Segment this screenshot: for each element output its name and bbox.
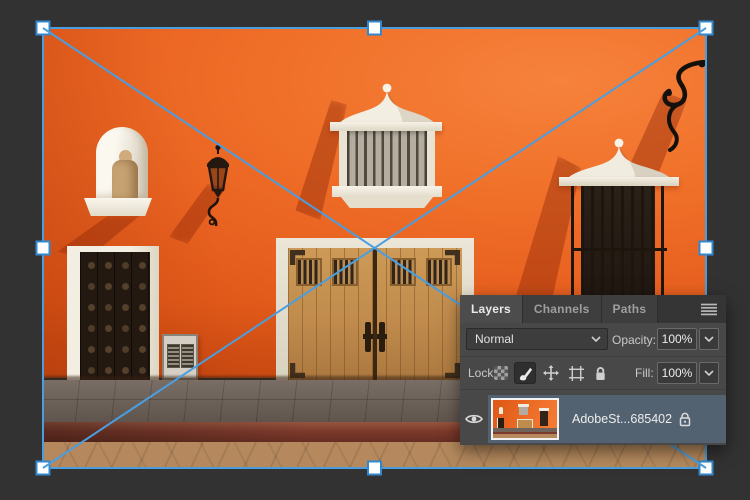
right-window-cornice bbox=[559, 177, 679, 186]
layer-list: AdobeSt...685402 bbox=[460, 390, 726, 445]
artboard-frame-icon bbox=[569, 366, 584, 381]
cobblestone-street bbox=[43, 442, 706, 468]
statue-body bbox=[112, 160, 138, 200]
meter-grille bbox=[167, 344, 180, 368]
center-window-cornice bbox=[330, 122, 442, 131]
door-handle bbox=[379, 322, 385, 352]
fill-dropdown-button[interactable] bbox=[699, 362, 719, 384]
chevron-down-icon bbox=[591, 336, 601, 342]
left-studded-door bbox=[80, 252, 150, 380]
iron-scroll-bracket bbox=[655, 60, 706, 154]
fill-value[interactable]: 100% bbox=[657, 362, 697, 384]
lock-paint-button[interactable] bbox=[514, 362, 536, 384]
blend-mode-value: Normal bbox=[475, 332, 514, 346]
tab-layers[interactable]: Layers bbox=[460, 295, 523, 323]
blend-opacity-row: Normal Opacity: 100% bbox=[460, 323, 726, 357]
fill-label: Fill: bbox=[635, 366, 654, 380]
center-window-sill bbox=[332, 186, 442, 197]
door-handle bbox=[365, 322, 371, 352]
opacity-value[interactable]: 100% bbox=[657, 328, 697, 350]
thumb-street bbox=[493, 434, 557, 438]
tab-channels[interactable]: Channels bbox=[523, 295, 602, 323]
lock-artboard-button[interactable] bbox=[565, 362, 587, 384]
layer-locked-icon bbox=[678, 411, 692, 427]
lock-all-button[interactable] bbox=[589, 362, 611, 384]
door-window bbox=[332, 258, 358, 286]
padlock-icon bbox=[594, 366, 607, 381]
door-studs bbox=[88, 262, 95, 269]
layers-panel: Layers Channels Paths Normal Opacity: 10… bbox=[460, 295, 726, 445]
chevron-down-icon bbox=[704, 370, 714, 376]
transparency-checker-icon bbox=[494, 366, 508, 380]
opacity-dropdown-button[interactable] bbox=[699, 328, 719, 350]
tab-paths[interactable]: Paths bbox=[602, 295, 659, 323]
meter-grille bbox=[181, 344, 194, 368]
thumb-right-window bbox=[540, 411, 548, 426]
lock-position-button[interactable] bbox=[540, 362, 562, 384]
eye-icon bbox=[465, 413, 483, 425]
thumb-niche bbox=[499, 407, 503, 414]
door-window bbox=[296, 258, 322, 286]
center-window-apron bbox=[338, 197, 436, 208]
layer-name[interactable]: AdobeSt...685402 bbox=[572, 395, 672, 443]
thumb-center-window bbox=[519, 407, 528, 415]
door-window bbox=[426, 258, 452, 286]
blend-mode-dropdown[interactable]: Normal bbox=[466, 328, 608, 350]
door-center-gap bbox=[373, 248, 377, 380]
lock-fill-row: Lock: bbox=[460, 357, 726, 390]
selected-layer-row[interactable]: AdobeSt...685402 bbox=[488, 395, 726, 443]
layer-thumbnail[interactable] bbox=[491, 398, 559, 440]
opacity-label: Opacity: bbox=[612, 333, 656, 347]
center-window-bars bbox=[347, 131, 427, 187]
utility-meter-box bbox=[162, 334, 198, 380]
door-window bbox=[390, 258, 416, 286]
center-window-cap bbox=[335, 83, 439, 125]
panel-menu-icon[interactable] bbox=[700, 303, 718, 316]
photoshop-canvas: Layers Channels Paths Normal Opacity: 10… bbox=[0, 0, 750, 500]
layer-visibility-toggle[interactable] bbox=[460, 395, 488, 443]
brush-icon bbox=[518, 366, 533, 381]
chevron-down-icon bbox=[704, 336, 714, 342]
wall-lantern bbox=[199, 144, 237, 230]
panel-tab-bar: Layers Channels Paths bbox=[460, 295, 726, 323]
lock-transparency-button[interactable] bbox=[490, 362, 512, 384]
move-arrows-icon bbox=[543, 365, 559, 381]
niche-ledge bbox=[84, 198, 152, 216]
